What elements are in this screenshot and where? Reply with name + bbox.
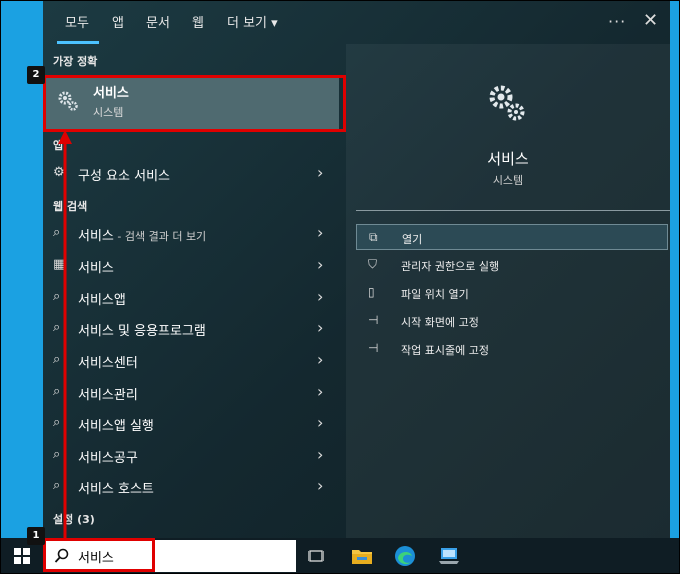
chevron-right-icon[interactable]: › — [317, 287, 323, 306]
filter-tabs: 모두 앱 문서 웹 더 보기 ▾ ··· ✕ — [43, 0, 670, 44]
action-pin-to-start[interactable]: ⊣ 시작 화면에 고정 — [356, 308, 668, 334]
chevron-right-icon[interactable]: › — [317, 445, 323, 464]
divider — [356, 210, 670, 211]
arrow-up-icon — [58, 130, 72, 540]
edge-browser-icon[interactable] — [394, 545, 416, 567]
web-result-item[interactable]: ▦ 서비스 › — [43, 251, 339, 281]
chevron-right-icon[interactable]: › — [317, 163, 323, 182]
chevron-right-icon[interactable]: › — [317, 413, 323, 432]
shield-icon: ⛉ — [368, 257, 378, 271]
detail-subtitle: 시스템 — [492, 174, 524, 187]
chevron-right-icon[interactable]: › — [317, 255, 323, 274]
gear-icon — [489, 85, 525, 121]
web-result-label: 서비스앱 — [78, 293, 126, 308]
web-result-label: 서비스센터 — [78, 356, 138, 371]
web-result-item[interactable]: ⌕ 서비스센터 › — [43, 346, 339, 376]
web-result-label: 서비스 — [78, 229, 114, 244]
app-item-label: 구성 요소 서비스 — [78, 169, 170, 184]
web-result-sublabel: - 검색 결과 더 보기 — [113, 230, 207, 243]
action-pin-to-taskbar[interactable]: ⊣ 작업 표시줄에 고정 — [356, 336, 668, 362]
action-label: 시작 화면에 고정 — [401, 316, 479, 329]
task-view-icon[interactable] — [308, 548, 324, 564]
action-run-as-admin[interactable]: ⛉ 관리자 권한으로 실행 — [356, 252, 668, 278]
web-result-item[interactable]: ⌕ 서비스앱 실행 › — [43, 409, 339, 439]
step-badge-1: 1 — [27, 527, 45, 545]
web-result-item[interactable]: ⌕ 서비스공구 › — [43, 441, 339, 471]
web-result-item[interactable]: ⌕ 서비스 및 응용프로그램 › — [43, 314, 339, 344]
windows-start-icon[interactable] — [14, 548, 30, 564]
step-badge-2: 2 — [27, 66, 45, 84]
action-label: 열기 — [402, 233, 423, 246]
web-result-label: 서비스 및 응용프로그램 — [78, 324, 206, 339]
pin-icon: ⊣ — [368, 341, 379, 355]
web-result-item[interactable]: ⌕ 서비스 호스트 › — [43, 472, 339, 502]
chevron-right-icon[interactable]: › — [317, 382, 323, 401]
action-open-file-location[interactable]: ▯ 파일 위치 열기 — [356, 280, 668, 306]
tab-apps[interactable]: 앱 — [112, 12, 124, 31]
action-label: 파일 위치 열기 — [401, 288, 469, 301]
highlight-search-box — [43, 538, 155, 572]
tab-all[interactable]: 모두 — [65, 12, 89, 31]
web-result-label: 서비스관리 — [78, 388, 138, 403]
tab-documents[interactable]: 문서 — [146, 12, 170, 31]
highlight-best-match — [43, 75, 346, 132]
web-result-label: 서비스 — [78, 261, 114, 276]
detail-title: 서비스 — [487, 150, 529, 168]
action-open[interactable]: ⧉ 열기 — [356, 224, 668, 250]
desktop-background-right — [670, 0, 680, 538]
file-location-icon: ▯ — [368, 285, 375, 299]
best-match-header: 가장 정확 — [53, 55, 98, 68]
web-result-item[interactable]: ⌕ 서비스 - 검색 결과 더 보기 › — [43, 219, 339, 249]
detail-pane: 서비스 시스템 ⧉ 열기 ⛉ 관리자 권한으로 실행 ▯ 파일 위치 열기 ⊣ … — [346, 44, 670, 538]
tab-more[interactable]: 더 보기 ▾ — [227, 12, 278, 31]
chevron-right-icon[interactable]: › — [317, 476, 323, 495]
chevron-right-icon[interactable]: › — [317, 350, 323, 369]
action-label: 관리자 권한으로 실행 — [401, 260, 500, 273]
tab-web[interactable]: 웹 — [192, 12, 204, 31]
app-item-component-services[interactable]: ⚙ 구성 요소 서비스 › — [43, 159, 339, 189]
more-options-button[interactable]: ··· — [608, 12, 626, 31]
pin-icon: ⊣ — [368, 313, 379, 327]
web-result-item[interactable]: ⌕ 서비스앱 › — [43, 283, 339, 313]
open-icon: ⧉ — [369, 230, 378, 244]
action-label: 작업 표시줄에 고정 — [401, 344, 489, 357]
file-explorer-icon[interactable] — [351, 546, 373, 566]
web-result-label: 서비스 호스트 — [78, 482, 154, 497]
chevron-right-icon[interactable]: › — [317, 318, 323, 337]
web-result-label: 서비스공구 — [78, 451, 138, 466]
web-result-item[interactable]: ⌕ 서비스관리 › — [43, 378, 339, 408]
store-app-icon[interactable] — [438, 546, 460, 566]
chevron-right-icon[interactable]: › — [317, 223, 323, 242]
close-button[interactable]: ✕ — [643, 10, 658, 31]
web-result-label: 서비스앱 실행 — [78, 419, 154, 434]
